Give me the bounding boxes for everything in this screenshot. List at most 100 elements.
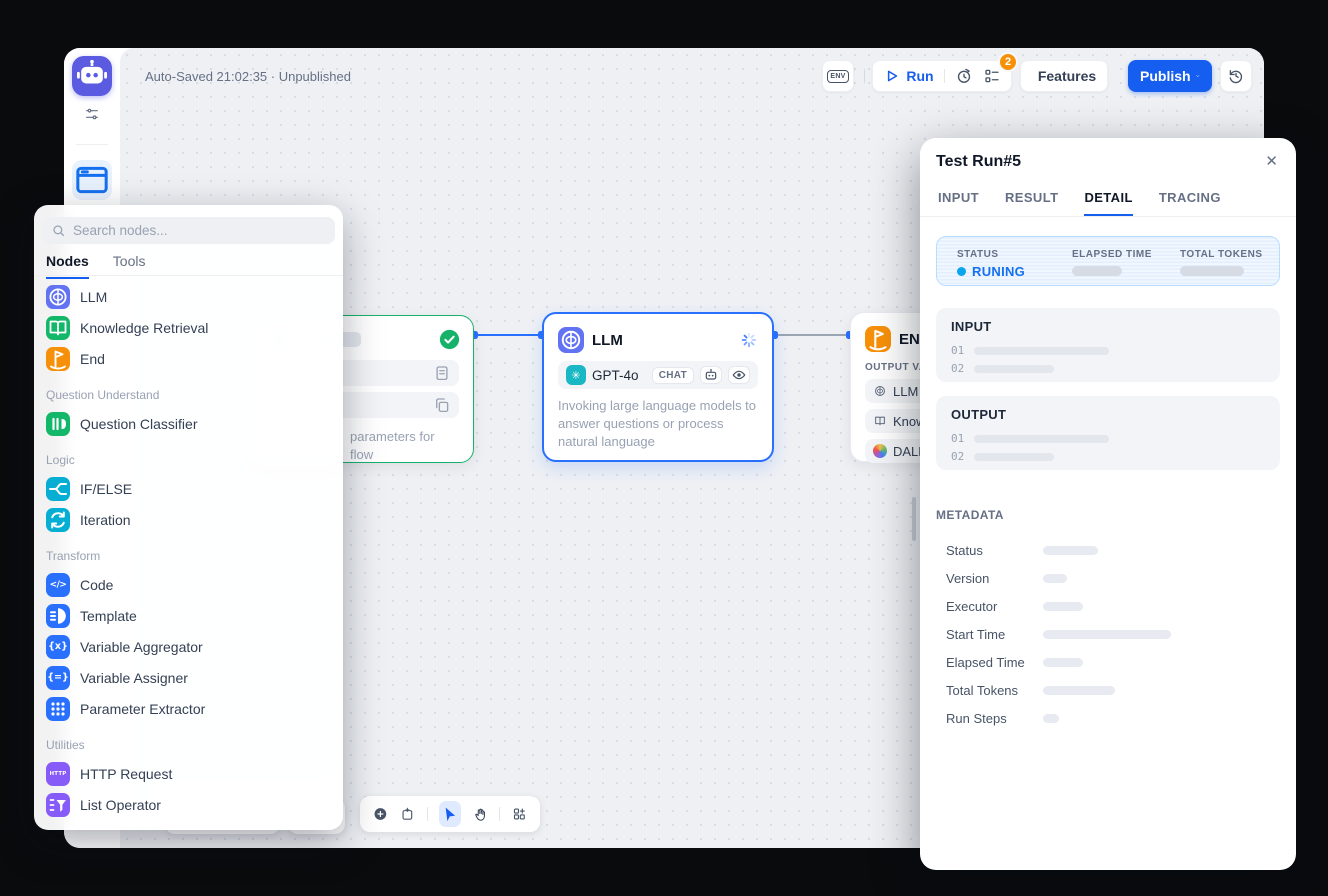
node-list-item-iteration[interactable]: Iteration: [42, 504, 335, 535]
node-item-label: Iteration: [80, 512, 131, 528]
status-value: RUNING: [957, 264, 1025, 279]
skeleton-bar: [1043, 658, 1083, 667]
node-item-label: Variable Aggregator: [80, 639, 203, 655]
iteration-icon: [46, 508, 70, 532]
skeleton-bar: [1043, 602, 1083, 611]
skeleton-line-row: 02: [951, 362, 1054, 375]
divider: [34, 275, 343, 276]
divider: [76, 144, 108, 145]
spinner-icon: [740, 331, 758, 349]
node-list-item-variable-aggregator[interactable]: {x}Variable Aggregator: [42, 631, 335, 662]
metadata-row: Elapsed Time: [936, 648, 1280, 676]
app-logo[interactable]: [72, 56, 112, 96]
checklist-badge: 2: [998, 52, 1018, 72]
history-button[interactable]: [1220, 60, 1252, 92]
run-button[interactable]: Run: [906, 68, 933, 84]
search-icon: [51, 223, 66, 238]
code-icon: </>: [46, 573, 70, 597]
metadata-label: Executor: [936, 599, 1043, 614]
node-list-item-end[interactable]: End: [42, 343, 335, 374]
autosave-status: Auto-Saved 21:02:35 · Unpublished: [145, 69, 351, 84]
node-item-label: IF/ELSE: [80, 481, 132, 497]
node-list-item-list-operator[interactable]: List Operator: [42, 789, 335, 820]
ifelse-icon: [46, 477, 70, 501]
line-number: 02: [951, 362, 964, 375]
edge-start-llm: [474, 334, 542, 336]
skeleton-bar: [1043, 574, 1067, 583]
publish-button[interactable]: Publish: [1128, 60, 1212, 92]
node-item-label: Variable Assigner: [80, 670, 188, 686]
node-list-item-parameter-extractor[interactable]: Parameter Extractor: [42, 693, 335, 724]
card-title: OUTPUT: [951, 407, 1006, 422]
node-item-label: End: [80, 351, 105, 367]
node-group-header: Utilities: [42, 724, 335, 758]
close-icon[interactable]: ✕: [1265, 152, 1278, 170]
run-group: Run: [872, 60, 1012, 92]
llm-model-row[interactable]: ✳ GPT-4o CHAT: [558, 361, 758, 389]
hand-mode-button[interactable]: [473, 805, 488, 823]
node-item-label: Code: [80, 577, 113, 593]
stopwatch-icon[interactable]: [955, 67, 973, 85]
running-dot-icon: [957, 267, 966, 276]
metadata-row: Version: [936, 564, 1280, 592]
total-tokens-label: TOTAL TOKENS: [1180, 249, 1263, 260]
header-separator: [864, 69, 865, 83]
node-search-input[interactable]: Search nodes...: [42, 217, 335, 244]
elapsed-skeleton: [1072, 266, 1122, 276]
features-button[interactable]: Features: [1020, 60, 1108, 92]
skeleton-bar: [1043, 630, 1171, 639]
knowledge-icon: [46, 316, 70, 340]
node-list-item-if-else[interactable]: IF/ELSE: [42, 473, 335, 504]
gpt4o-icon: ✳: [566, 365, 586, 385]
status-label: STATUS: [957, 249, 999, 260]
checklist-icon[interactable]: [983, 67, 1001, 85]
success-check-icon: [439, 329, 460, 350]
organize-nodes-button[interactable]: [512, 805, 527, 823]
metadata-row: Start Time: [936, 620, 1280, 648]
node-list-item-template[interactable]: Template: [42, 600, 335, 631]
knowledge-icon: [873, 414, 887, 428]
pointer-mode-button[interactable]: [439, 801, 460, 827]
node-list-item-variable-assigner[interactable]: {=}Variable Assigner: [42, 662, 335, 693]
node-group-header: Transform: [42, 535, 335, 569]
node-group-header: Question Understand: [42, 374, 335, 408]
llm-node[interactable]: LLM ✳ GPT-4o CHAT Invoking large languag…: [542, 312, 774, 462]
output-card: OUTPUT0102: [936, 396, 1280, 470]
node-item-label: Question Classifier: [80, 416, 198, 432]
doc-icon: [433, 364, 451, 382]
elapsed-time-label: ELAPSED TIME: [1072, 249, 1152, 260]
node-list-item-code[interactable]: </> Code: [42, 569, 335, 600]
preview-window-button[interactable]: [72, 160, 112, 200]
llm-icon: [873, 384, 887, 398]
metadata-label: Start Time: [936, 627, 1043, 642]
env-button[interactable]: ENV: [822, 60, 854, 92]
node-list-item-llm[interactable]: LLM: [42, 281, 335, 312]
llm-node-title: LLM: [592, 332, 623, 349]
line-number: 01: [951, 344, 964, 357]
llm-node-description: Invoking large language models to answer…: [558, 397, 758, 451]
run-status-card: STATUS RUNING ELAPSED TIME TOTAL TOKENS: [936, 236, 1280, 286]
play-icon[interactable]: [883, 67, 901, 85]
input-card: INPUT0102: [936, 308, 1280, 382]
node-list-item-knowledge-retrieval[interactable]: Knowledge Retrieval: [42, 312, 335, 343]
sliders-icon[interactable]: [84, 106, 100, 122]
run-panel-tab-detail[interactable]: DETAIL: [1084, 190, 1132, 216]
metadata-row: Run Steps: [936, 704, 1280, 732]
node-list-item-http-request[interactable]: HTTPHTTP Request: [42, 758, 335, 789]
add-node-button[interactable]: [373, 805, 388, 823]
end-icon: [865, 326, 891, 352]
bot-chip-icon: [700, 366, 722, 384]
scrollbar-thumb[interactable]: [912, 497, 916, 541]
dalle-icon: [873, 444, 887, 458]
run-panel-tab-input[interactable]: INPUT: [938, 190, 979, 216]
run-panel-tab-result[interactable]: RESULT: [1005, 190, 1058, 216]
llm-model-name: GPT-4o: [592, 368, 639, 383]
skeleton-bar: [1043, 686, 1115, 695]
add-note-button[interactable]: [400, 805, 415, 823]
node-list-item-question-classifier[interactable]: Question Classifier: [42, 408, 335, 439]
run-panel-tab-tracing[interactable]: TRACING: [1159, 190, 1221, 216]
node-group-header: Logic: [42, 439, 335, 473]
metadata-row: Status: [936, 536, 1280, 564]
skeleton-bar: [1043, 546, 1098, 555]
node-item-label: Template: [80, 608, 137, 624]
